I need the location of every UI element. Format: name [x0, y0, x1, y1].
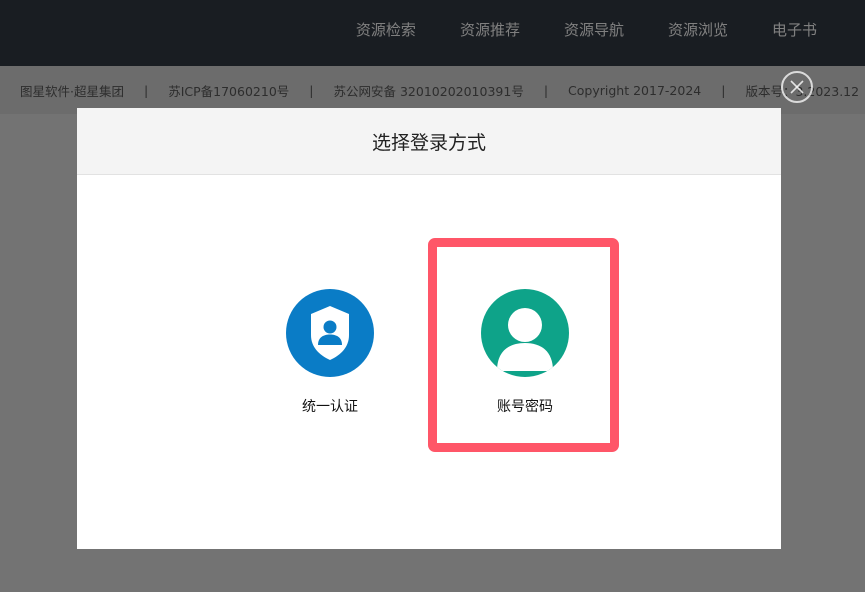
- account-password-option[interactable]: 账号密码: [465, 289, 585, 416]
- close-button[interactable]: [781, 71, 813, 103]
- account-password-label: 账号密码: [497, 399, 553, 415]
- dialog-title: 选择登录方式: [77, 108, 781, 175]
- unified-auth-label: 统一认证: [302, 399, 358, 415]
- unified-auth-option[interactable]: 统一认证: [270, 289, 390, 416]
- shield-user-icon: [286, 289, 374, 377]
- user-icon: [481, 289, 569, 377]
- login-method-dialog: 选择登录方式 统一认证 账号密码: [77, 108, 781, 549]
- close-icon: [790, 80, 804, 94]
